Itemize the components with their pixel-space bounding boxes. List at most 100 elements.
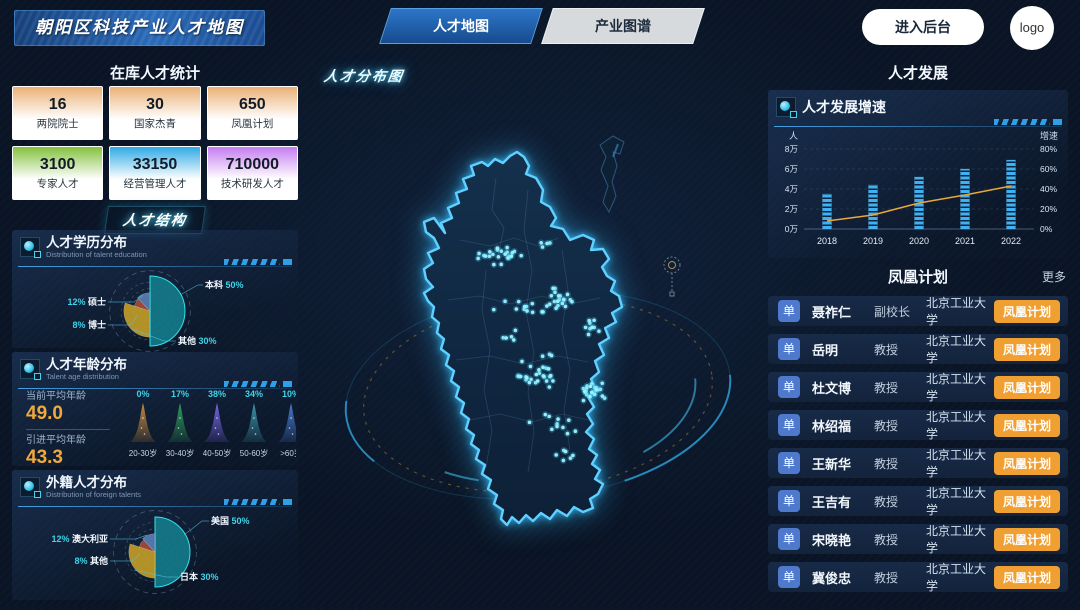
svg-text:2021: 2021 <box>955 236 975 246</box>
district-outline[interactable] <box>424 152 622 525</box>
svg-text:8% 其他: 8% 其他 <box>74 555 108 566</box>
person-type-badge: 单 <box>778 528 800 550</box>
phoenix-person-row[interactable]: 单冀俊忠教授北京工业大学凤凰计划 <box>768 562 1068 592</box>
growth-panel-header: 人才发展增速 <box>768 90 1068 127</box>
tab-talent-map[interactable]: 人才地图 <box>379 8 543 44</box>
person-type-badge: 单 <box>778 338 800 360</box>
foreign-panel-subtitle: Distribution of foreign talents <box>46 490 290 499</box>
person-type-badge: 单 <box>778 414 800 436</box>
stat-label: 国家杰青 <box>134 116 176 131</box>
person-name: 王新华 <box>812 454 874 473</box>
phoenix-person-row[interactable]: 单杜文博教授北京工业大学凤凰计划 <box>768 372 1068 402</box>
phoenix-people-list: 单聂祚仁副校长北京工业大学凤凰计划单岳明教授北京工业大学凤凰计划单杜文博教授北京… <box>768 296 1068 592</box>
person-title: 教授 <box>874 417 926 434</box>
stat-value: 710000 <box>226 156 279 174</box>
svg-text:增速: 增速 <box>1040 130 1058 141</box>
phoenix-plan-tag[interactable]: 凤凰计划 <box>994 452 1060 475</box>
education-panel-title: 人才学历分布 <box>46 235 290 250</box>
talent-distribution-map[interactable] <box>300 60 768 607</box>
age-panel-header: 人才年龄分布 Talent age distribution <box>12 352 298 389</box>
header-dash-end-decoration <box>283 381 292 387</box>
phoenix-plan-tag[interactable]: 凤凰计划 <box>994 566 1060 589</box>
stat-value: 30 <box>146 96 164 114</box>
education-distribution-panel: 人才学历分布 Distribution of talent education … <box>12 230 298 348</box>
foreign-panel-title: 外籍人才分布 <box>46 475 290 490</box>
growth-bar-line-chart: 人增速0万0%2万20%4万40%6万60%8万80%2018201920202… <box>768 127 1068 259</box>
svg-text:38%: 38% <box>208 389 226 399</box>
header-dash-end-decoration <box>1053 119 1062 125</box>
phoenix-plan-tag[interactable]: 凤凰计划 <box>994 414 1060 437</box>
phoenix-plan-tag[interactable]: 凤凰计划 <box>994 528 1060 551</box>
phoenix-plan-tag[interactable]: 凤凰计划 <box>994 490 1060 513</box>
phoenix-plan-tag[interactable]: 凤凰计划 <box>994 338 1060 361</box>
logo[interactable]: logo <box>1010 6 1054 50</box>
svg-text:>60岁: >60岁 <box>280 448 296 458</box>
svg-text:0%: 0% <box>1040 224 1053 234</box>
age-panel-title: 人才年龄分布 <box>46 357 290 372</box>
person-type-badge: 单 <box>778 300 800 322</box>
person-title: 副校长 <box>874 303 926 320</box>
talent-stats-grid: 16两院院士30国家杰青650凤凰计划3100专家人才33150经营管理人才71… <box>12 86 298 200</box>
person-title: 教授 <box>874 569 926 586</box>
stat-label: 凤凰计划 <box>231 116 273 131</box>
person-organization: 北京工业大学 <box>926 332 994 366</box>
stat-card: 710000 技术研发人才 <box>207 146 298 200</box>
phoenix-plan-tag[interactable]: 凤凰计划 <box>994 300 1060 323</box>
person-organization: 北京工业大学 <box>926 294 994 328</box>
svg-text:6万: 6万 <box>785 164 798 174</box>
pie-chart-icon <box>20 237 40 257</box>
svg-text:50-60岁: 50-60岁 <box>240 448 268 458</box>
person-type-badge: 单 <box>778 376 800 398</box>
stat-value: 3100 <box>40 156 76 174</box>
pie-chart-icon <box>20 359 40 379</box>
map-title: 人才分布图 <box>323 66 406 86</box>
svg-text:12% 硕士: 12% 硕士 <box>67 296 106 307</box>
svg-text:2020: 2020 <box>909 236 929 246</box>
svg-text:2万: 2万 <box>785 204 798 214</box>
svg-text:20%: 20% <box>1040 204 1057 214</box>
growth-panel-title: 人才发展增速 <box>802 95 1060 119</box>
stat-value: 33150 <box>133 156 178 174</box>
stat-card: 16两院院士 <box>12 86 103 140</box>
person-name: 王吉有 <box>812 492 874 511</box>
foreign-panel-header: 外籍人才分布 Distribution of foreign talents <box>12 470 298 507</box>
person-title: 教授 <box>874 379 926 396</box>
header-dashes-decoration <box>224 259 280 265</box>
tab-industry-graph[interactable]: 产业图谱 <box>541 8 705 44</box>
stat-label: 经营管理人才 <box>123 176 186 191</box>
person-title: 教授 <box>874 493 926 510</box>
person-name: 杜文博 <box>812 378 874 397</box>
svg-text:40%: 40% <box>1040 184 1057 194</box>
svg-text:0%: 0% <box>136 389 149 399</box>
svg-text:60%: 60% <box>1040 164 1057 174</box>
phoenix-person-row[interactable]: 单岳明教授北京工业大学凤凰计划 <box>768 334 1068 364</box>
phoenix-person-row[interactable]: 单聂祚仁副校长北京工业大学凤凰计划 <box>768 296 1068 326</box>
person-organization: 北京工业大学 <box>926 446 994 480</box>
enter-admin-button[interactable]: 进入后台 <box>862 9 984 45</box>
foreign-rose-chart: 美国 50%日本 30%8% 其他12% 澳大利亚 <box>12 507 298 605</box>
person-organization: 北京工业大学 <box>926 522 994 556</box>
person-organization: 北京工业大学 <box>926 370 994 404</box>
age-panel-subtitle: Talent age distribution <box>46 372 290 381</box>
divider <box>26 429 110 430</box>
header-dashes-decoration <box>994 119 1050 125</box>
svg-text:17%: 17% <box>171 389 189 399</box>
svg-text:8万: 8万 <box>785 144 798 154</box>
average-age-stats: 当前平均年龄 49.0 引进平均年龄 43.3 <box>26 390 118 469</box>
header-dash-end-decoration <box>283 499 292 505</box>
phoenix-person-row[interactable]: 单宋晓艳教授北京工业大学凤凰计划 <box>768 524 1068 554</box>
svg-text:0万: 0万 <box>785 224 798 234</box>
person-name: 岳明 <box>812 340 874 359</box>
person-organization: 北京工业大学 <box>926 560 994 594</box>
phoenix-person-row[interactable]: 单林绍福教授北京工业大学凤凰计划 <box>768 410 1068 440</box>
more-link[interactable]: 更多 <box>1042 268 1066 285</box>
svg-text:日本 30%: 日本 30% <box>180 571 219 582</box>
stat-label: 技术研发人才 <box>221 176 284 191</box>
phoenix-person-row[interactable]: 单王新华教授北京工业大学凤凰计划 <box>768 448 1068 478</box>
phoenix-plan-tag[interactable]: 凤凰计划 <box>994 376 1060 399</box>
phoenix-section-title: 凤凰计划 <box>768 266 1068 287</box>
person-name: 林绍福 <box>812 416 874 435</box>
phoenix-person-row[interactable]: 单王吉有教授北京工业大学凤凰计划 <box>768 486 1068 516</box>
svg-text:20-30岁: 20-30岁 <box>129 448 157 458</box>
stat-value: 16 <box>49 96 67 114</box>
